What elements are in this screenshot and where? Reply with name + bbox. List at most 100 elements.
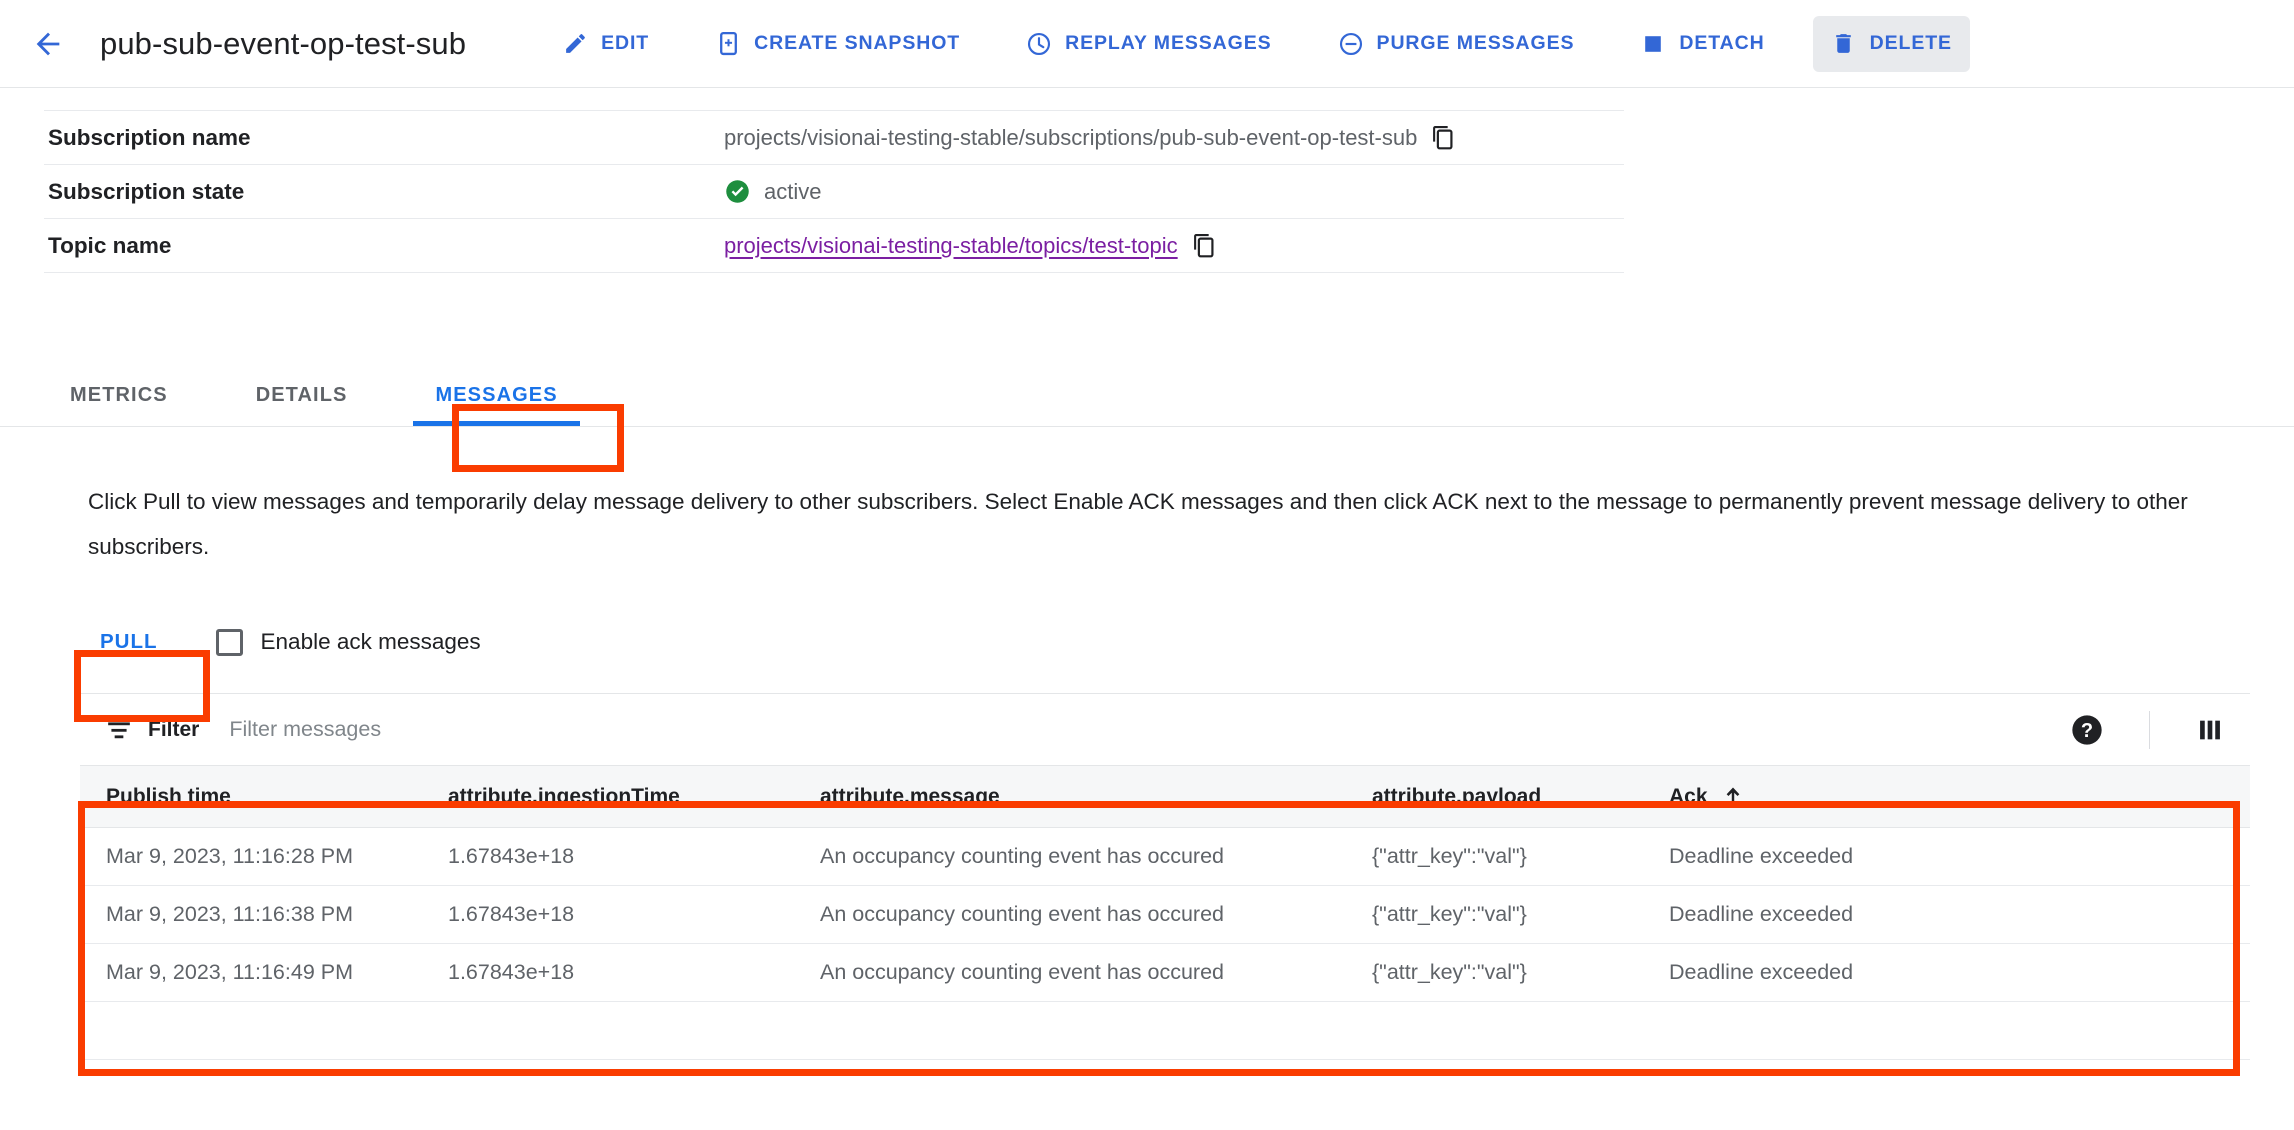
filter-messages-input[interactable]	[227, 716, 928, 743]
purge-messages-label: PURGE MESSAGES	[1376, 32, 1575, 54]
copy-icon[interactable]	[1431, 125, 1457, 151]
detail-row-topic-name: Topic name projects/visionai-testing-sta…	[44, 219, 1624, 273]
arrow-up-icon	[1726, 786, 1739, 807]
detach-label: DETACH	[1679, 32, 1765, 54]
enable-ack-checkbox[interactable]	[215, 628, 243, 656]
cell-publish-time: Mar 9, 2023, 11:16:38 PM	[80, 885, 440, 944]
cell-message: An occupancy counting event has occured	[812, 885, 1364, 944]
create-snapshot-label: CREATE SNAPSHOT	[754, 32, 961, 54]
column-settings-icon[interactable]	[2196, 716, 2224, 744]
minus-circle-icon	[1338, 31, 1364, 57]
column-label: Ack	[1669, 784, 1708, 808]
status-badge: active	[764, 178, 822, 204]
tab-details[interactable]: DETAILS	[230, 364, 374, 426]
replay-messages-label: REPLAY MESSAGES	[1065, 32, 1272, 54]
cell-ingestion-time: 1.67843e+18	[440, 943, 812, 1002]
subscription-details-table: Subscription name projects/visionai-test…	[44, 110, 1624, 273]
pencil-icon	[562, 31, 588, 57]
detail-label: Subscription name	[48, 124, 251, 150]
table-row-spacer	[80, 1001, 2250, 1060]
pull-button[interactable]: PULL	[78, 617, 180, 667]
column-header-message[interactable]: attribute.message	[812, 765, 1364, 828]
filter-icon	[108, 721, 130, 738]
column-label: attribute.payload	[1372, 784, 1542, 808]
replay-messages-button[interactable]: REPLAY MESSAGES	[1008, 16, 1289, 72]
page-header-toolbar: pub-sub-event-op-test-sub EDIT CREATE SN…	[0, 0, 2294, 88]
tab-messages[interactable]: MESSAGES	[409, 364, 583, 426]
column-label: Publish time	[106, 784, 231, 808]
table-row[interactable]: Mar 9, 2023, 11:16:38 PM 1.67843e+18 An …	[80, 885, 2250, 944]
table-row[interactable]: Mar 9, 2023, 11:16:49 PM 1.67843e+18 An …	[80, 943, 2250, 1002]
subscription-details-section: Subscription name projects/visionai-test…	[0, 88, 2294, 273]
cell-ack: Deadline exceeded	[1661, 943, 2250, 1002]
cell-publish-time: Mar 9, 2023, 11:16:49 PM	[80, 943, 440, 1002]
detach-button[interactable]: DETACH	[1622, 16, 1782, 72]
tab-metrics[interactable]: METRICS	[44, 364, 194, 426]
filter-group[interactable]: Filter	[106, 718, 199, 742]
table-row[interactable]: Mar 9, 2023, 11:16:28 PM 1.67843e+18 An …	[80, 827, 2250, 886]
filter-label: Filter	[148, 717, 200, 741]
cell-payload: {"attr_key":"val"}	[1364, 885, 1661, 944]
trash-icon	[1831, 31, 1857, 57]
detail-row-subscription-name: Subscription name projects/visionai-test…	[44, 110, 1624, 165]
delete-label: DELETE	[1869, 32, 1952, 54]
cell-ack: Deadline exceeded	[1661, 885, 2250, 944]
detail-value-cell: projects/visionai-testing-stable/subscri…	[724, 111, 1624, 165]
create-snapshot-button[interactable]: CREATE SNAPSHOT	[697, 16, 978, 72]
svg-text:?: ?	[2081, 720, 2093, 742]
header-actions: EDIT CREATE SNAPSHOT REPLAY MESSAGES PUR…	[544, 15, 1970, 72]
detail-label: Topic name	[48, 232, 172, 258]
back-button[interactable]	[26, 22, 70, 66]
delete-button[interactable]: DELETE	[1812, 15, 1970, 72]
copy-icon[interactable]	[1192, 233, 1218, 259]
detail-value-cell: active	[724, 165, 1624, 219]
pull-controls-row: PULL Enable ack messages	[78, 617, 2294, 667]
filter-bar: Filter ?	[80, 693, 2250, 765]
table-header-row: Publish time attribute.ingestionTime att…	[80, 765, 2250, 828]
detail-label: Subscription state	[48, 178, 245, 204]
cell-ack: Deadline exceeded	[1661, 827, 2250, 886]
subscription-name-value: projects/visionai-testing-stable/subscri…	[724, 124, 1418, 150]
cell-publish-time: Mar 9, 2023, 11:16:28 PM	[80, 827, 440, 886]
check-circle-icon	[726, 180, 749, 203]
cell-message: An occupancy counting event has occured	[812, 827, 1364, 886]
detail-value-cell: projects/visionai-testing-stable/topics/…	[724, 219, 1624, 273]
detail-row-subscription-state: Subscription state active	[44, 165, 1624, 219]
tab-bar: METRICS DETAILS MESSAGES	[0, 365, 2294, 427]
enable-ack-messages-control[interactable]: Enable ack messages	[215, 628, 481, 656]
cell-ingestion-time: 1.67843e+18	[440, 827, 812, 886]
cell-ingestion-time: 1.67843e+18	[440, 885, 812, 944]
purge-messages-button[interactable]: PURGE MESSAGES	[1320, 16, 1593, 72]
messages-description: Click Pull to view messages and temporar…	[88, 489, 2188, 559]
clock-icon	[1026, 31, 1052, 57]
column-header-ingestion-time[interactable]: attribute.ingestionTime	[440, 765, 812, 828]
messages-card: Filter ?	[80, 693, 2250, 1060]
cell-payload: {"attr_key":"val"}	[1364, 943, 1661, 1002]
square-icon	[1640, 31, 1666, 57]
help-circle-icon[interactable]: ?	[2071, 714, 2103, 746]
column-label: attribute.ingestionTime	[448, 784, 680, 808]
topic-name-link[interactable]: projects/visionai-testing-stable/topics/…	[724, 233, 1178, 259]
edit-button-label: EDIT	[601, 32, 650, 54]
cell-payload: {"attr_key":"val"}	[1364, 827, 1661, 886]
column-header-ack[interactable]: Ack	[1661, 765, 2250, 828]
cell-message: An occupancy counting event has occured	[812, 943, 1364, 1002]
column-label: attribute.message	[820, 784, 1000, 808]
column-header-publish-time[interactable]: Publish time	[80, 765, 440, 828]
column-header-payload[interactable]: attribute.payload	[1364, 765, 1661, 828]
snapshot-icon	[715, 31, 741, 57]
tabs-section: METRICS DETAILS MESSAGES	[0, 365, 2294, 427]
edit-button[interactable]: EDIT	[544, 16, 667, 72]
pubsub-subscription-details-page: pub-sub-event-op-test-sub EDIT CREATE SN…	[0, 0, 2294, 1130]
enable-ack-label: Enable ack messages	[260, 629, 481, 654]
arrow-left-icon	[36, 32, 60, 55]
divider	[2149, 710, 2150, 749]
filter-bar-actions: ?	[2071, 710, 2224, 749]
page-title: pub-sub-event-op-test-sub	[100, 25, 467, 61]
messages-table: Publish time attribute.ingestionTime att…	[80, 765, 2250, 1060]
